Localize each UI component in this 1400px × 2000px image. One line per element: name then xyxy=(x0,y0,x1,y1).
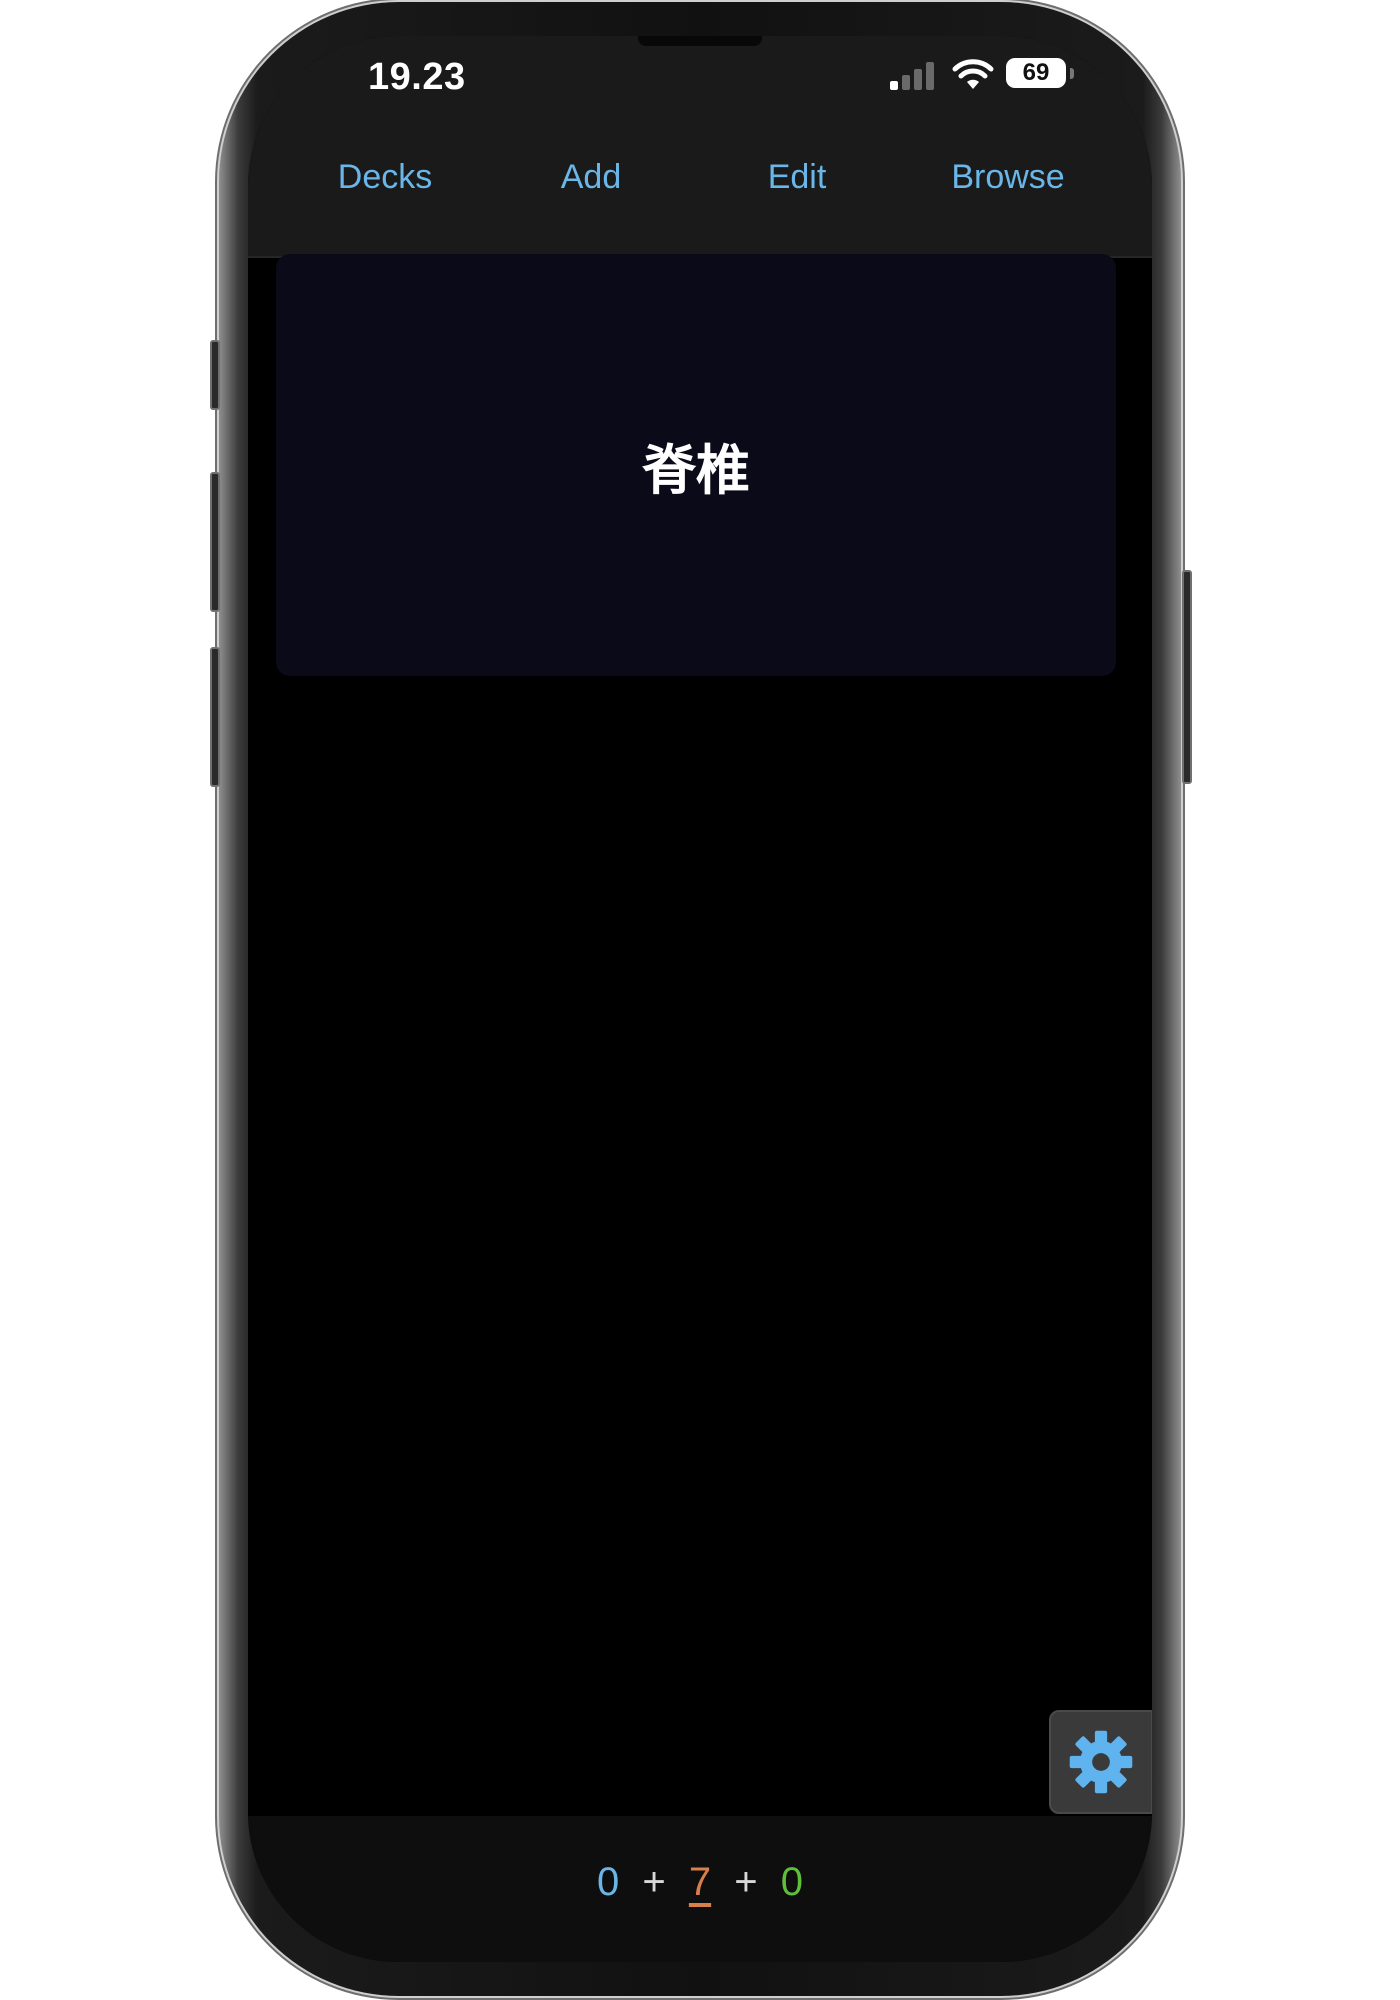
review-footer: 0 + 7 + 0 xyxy=(248,1816,1152,1962)
card-counts: 0 + 7 + 0 xyxy=(248,1860,1152,1905)
learning-count: 7 xyxy=(688,1860,712,1904)
wifi-icon xyxy=(952,59,994,89)
app-screen: 19.23 69 Decks Add Edit Browse 脊椎 0 + 7 … xyxy=(248,36,1152,1962)
mute-switch xyxy=(210,340,220,410)
card-front-text: 脊椎 xyxy=(642,438,750,502)
battery-icon: 69 xyxy=(1006,58,1066,88)
battery-tip xyxy=(1070,68,1074,79)
volume-up-button xyxy=(210,472,220,612)
nav-decks-button[interactable]: Decks xyxy=(338,158,432,197)
plus-separator: + xyxy=(734,1860,758,1904)
nav-edit-button[interactable]: Edit xyxy=(768,158,827,197)
status-time: 19.23 xyxy=(368,56,466,98)
top-navigation: Decks Add Edit Browse xyxy=(248,146,1152,258)
volume-down-button xyxy=(210,647,220,787)
gear-icon xyxy=(1069,1730,1133,1794)
camera-notch xyxy=(638,36,762,46)
settings-button[interactable] xyxy=(1049,1710,1152,1814)
plus-separator: + xyxy=(642,1860,666,1904)
power-button xyxy=(1182,570,1192,784)
nav-add-button[interactable]: Add xyxy=(561,158,622,197)
cellular-signal-icon xyxy=(890,60,938,90)
review-count: 0 xyxy=(780,1860,803,1904)
new-count: 0 xyxy=(597,1860,620,1904)
nav-browse-button[interactable]: Browse xyxy=(951,158,1064,197)
flashcard[interactable]: 脊椎 xyxy=(276,254,1116,676)
phone-frame: 19.23 69 Decks Add Edit Browse 脊椎 0 + 7 … xyxy=(210,2,1192,1996)
status-bar: 19.23 69 xyxy=(248,36,1152,146)
